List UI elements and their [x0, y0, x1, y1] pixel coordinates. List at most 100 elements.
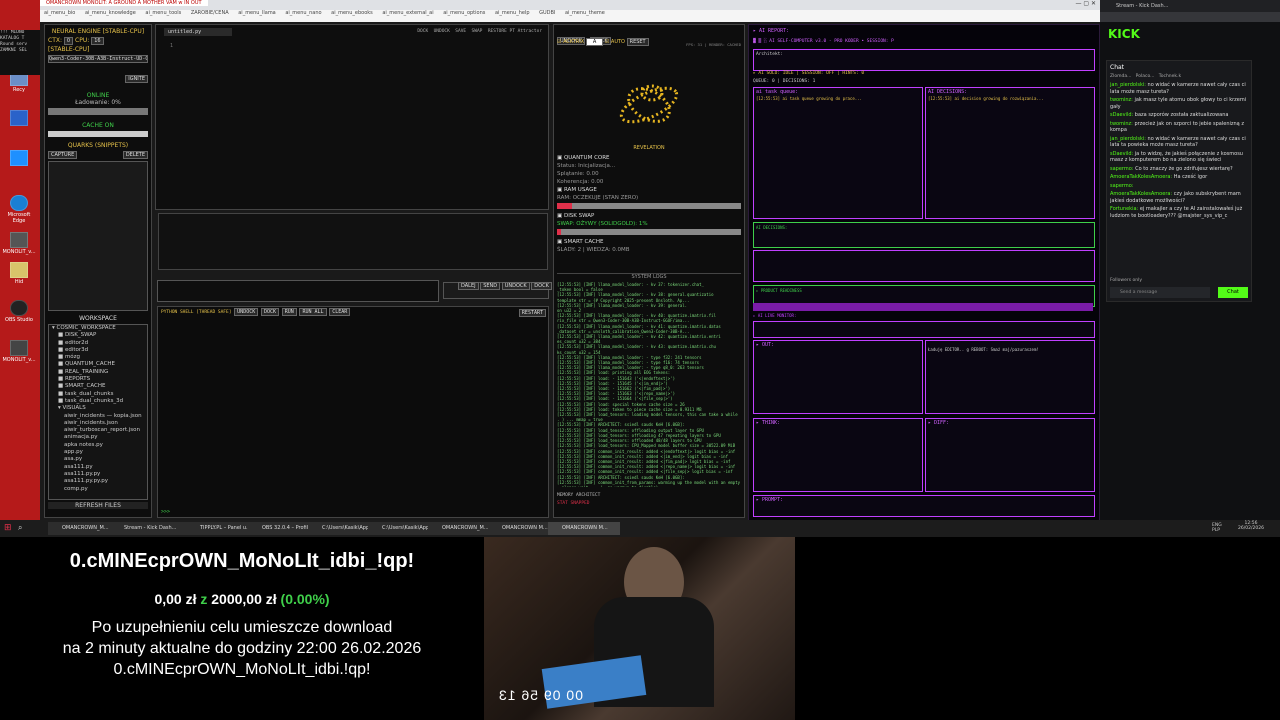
quarks-list[interactable]: [48, 161, 148, 311]
chat-username[interactable]: twominz:: [1110, 97, 1133, 103]
chat-tab[interactable]: Zlomda...: [1110, 74, 1131, 79]
undock-nav-button[interactable]: UNDOCK: [501, 282, 530, 290]
start-icon[interactable]: ⊞: [4, 523, 14, 533]
tree-item[interactable]: ■ REPORTS: [52, 376, 147, 383]
tree-item[interactable]: ■ REAL_TRAINING: [52, 369, 147, 376]
shell-dock-button[interactable]: DOCK: [260, 308, 279, 316]
chat-username[interactable]: twominz:: [1110, 121, 1133, 127]
bookmark[interactable]: ai_menu_bio: [44, 10, 75, 16]
tree-item[interactable]: asa111.py.py: [52, 471, 147, 478]
bookmark[interactable]: ai_menu_llama: [238, 10, 276, 16]
acktrix-input[interactable]: A: [585, 38, 604, 46]
restore-button[interactable]: RESTORE PT Attractor: [488, 29, 542, 34]
tree-item[interactable]: ▾ VISUALS: [52, 405, 147, 412]
chat-username[interactable]: AmoeraTakKolesAmoera:: [1110, 191, 1172, 197]
ctx-input[interactable]: 0: [63, 37, 74, 45]
tree-item[interactable]: animacja.py: [52, 434, 147, 441]
chat-username[interactable]: jan_pierdolski:: [1110, 82, 1146, 88]
tree-item[interactable]: aiwir_turboscan_report.json: [52, 427, 147, 434]
hid-icon[interactable]: Hid: [2, 262, 36, 285]
bookmark[interactable]: ai_menu_knowledge: [85, 10, 136, 16]
capture-button[interactable]: CAPTURE: [48, 151, 78, 159]
chat-username[interactable]: sapermo:: [1110, 166, 1134, 172]
reset-button[interactable]: RESET: [626, 38, 649, 46]
tree-item[interactable]: asa.py: [52, 456, 147, 463]
obs-studio-icon[interactable]: OBS Studio: [2, 300, 36, 323]
tree-item[interactable]: comp.py: [52, 486, 147, 493]
language-indicator[interactable]: ENG PLP: [1212, 523, 1230, 533]
bookmark[interactable]: ai_menu_external_ai: [382, 10, 433, 16]
chat-username[interactable]: Fortunekia:: [1110, 206, 1138, 212]
chat-username[interactable]: sDaevild:: [1110, 151, 1133, 157]
tree-item[interactable]: ■ QUANTUM_CACHE: [52, 361, 147, 368]
search-icon[interactable]: ⌕: [18, 523, 28, 533]
delete-button[interactable]: DELETE: [122, 151, 148, 159]
auto-checkbox[interactable]: ☑ AUTO: [605, 39, 625, 45]
tree-item[interactable]: aiwir_incidents — kopia.json: [52, 413, 147, 420]
monolit-shortcut-icon-2[interactable]: MONOLIT_v...: [2, 340, 36, 363]
chat-username[interactable]: AmoeraTakKolesAmoera:: [1110, 174, 1172, 180]
kick-address-bar[interactable]: [1100, 12, 1280, 22]
save-button[interactable]: SAVE: [455, 29, 466, 34]
editor-tab[interactable]: untitled.py: [164, 28, 232, 36]
workspace-tree[interactable]: ▾ COSMIC_WORKSPACE ■ DISK_SWAP ■ editor2…: [48, 324, 148, 500]
shell-run-button[interactable]: RUN: [281, 308, 297, 316]
bookmark[interactable]: ZAROBIE/CENA: [191, 10, 229, 16]
bookmark[interactable]: ai_menu_ebooks: [331, 10, 373, 16]
send-button[interactable]: SEND: [480, 282, 501, 290]
chat-tab[interactable]: Tochnek.k: [1159, 74, 1181, 79]
tree-item[interactable]: ■ editor2d: [52, 340, 147, 347]
swap-button[interactable]: SWAP: [472, 29, 483, 34]
model-select[interactable]: Qwen3-Coder-30B-A3B-Instruct-UD-Q8: [48, 55, 148, 63]
dock-button[interactable]: DOCK: [417, 29, 428, 34]
prompt-input[interactable]: ▸ PROMPT:: [753, 495, 1095, 517]
chat-username[interactable]: sDaevild:: [1110, 112, 1133, 118]
undock-button[interactable]: UNDOCK: [434, 29, 450, 34]
code-editor[interactable]: untitled.py DOCK UNDOCK SAVE SWAP RESTOR…: [155, 24, 549, 210]
tree-item[interactable]: asa111.py: [52, 464, 147, 471]
tree-item[interactable]: ■ mózg: [52, 354, 147, 361]
monolit-shortcut-icon[interactable]: MONOLIT_v...: [2, 232, 36, 255]
kick-logo[interactable]: KICK: [1108, 27, 1272, 41]
clock[interactable]: 12:56 26/02/2026: [1236, 521, 1266, 531]
architect-box[interactable]: Architekt:: [753, 49, 1095, 71]
send-message-input[interactable]: Send a message: [1110, 287, 1210, 298]
bookmark[interactable]: GUDBI: [539, 10, 555, 16]
desktop-icon-2[interactable]: [2, 110, 36, 127]
tree-item[interactable]: app.py: [52, 449, 147, 456]
chat-tab[interactable]: Polaco...: [1136, 74, 1155, 79]
bookmark[interactable]: ai_menu_theme: [565, 10, 605, 16]
tree-item[interactable]: asa111.py.py.py: [52, 478, 147, 485]
shell-clear-button[interactable]: CLEAR: [329, 308, 351, 316]
desktop-icon-3[interactable]: [2, 150, 36, 167]
task-queue-panel[interactable]: ai task queue: [12:55:53] ai task queue …: [753, 87, 923, 219]
python-shell[interactable]: PYTHON SHELL [THREAD SAFE] UNDOCK DOCK R…: [157, 306, 549, 518]
bookmark[interactable]: ai_menu_tools: [145, 10, 181, 16]
tree-item[interactable]: apka notes.py: [52, 442, 147, 449]
acktrix-checkbox[interactable]: ☑ ACKTRIX: [557, 39, 584, 45]
shell-restart-button[interactable]: RESTART: [518, 309, 546, 317]
bookmark[interactable]: ai_menu_options: [443, 10, 485, 16]
tree-item[interactable]: aiwir_incidents.json: [52, 420, 147, 427]
ignite-button[interactable]: IGNITE: [125, 75, 148, 83]
tree-item[interactable]: ■ DISK_SWAP: [52, 332, 147, 339]
chat-username[interactable]: sapermo:: [1110, 183, 1134, 189]
chat-input[interactable]: [157, 280, 439, 302]
kick-side-icons[interactable]: [1266, 40, 1276, 460]
taskbar-item[interactable]: OMANCROWN M...: [548, 522, 620, 535]
chat-send-button[interactable]: Chat: [1218, 287, 1248, 298]
tree-item[interactable]: ■ task_dual_chunks: [52, 391, 147, 398]
cpu-input[interactable]: 16: [91, 37, 104, 45]
refresh-files-button[interactable]: REFRESH FILES: [48, 502, 148, 509]
bookmark[interactable]: ai_menu_help: [495, 10, 530, 16]
browser-tab[interactable]: OMANCROWN MONOLIT: A GROUND A MOTHER VAM…: [40, 0, 1100, 10]
shell-run-all-button[interactable]: RUN ALL: [299, 308, 327, 316]
chat-username[interactable]: jan_pierdolski:: [1110, 136, 1146, 142]
dalej-button[interactable]: DALEJ: [458, 282, 479, 290]
shell-undock-button[interactable]: UNDOCK: [234, 308, 259, 316]
kick-tab[interactable]: Stream - Kick Dash...: [1100, 0, 1280, 12]
tree-item[interactable]: ■ SMART_CACHE: [52, 383, 147, 390]
tree-item[interactable]: ▾ COSMIC_WORKSPACE: [52, 325, 147, 332]
dock-nav-button[interactable]: DOCK: [531, 282, 552, 290]
edge-icon[interactable]: Microsoft Edge: [2, 195, 36, 224]
